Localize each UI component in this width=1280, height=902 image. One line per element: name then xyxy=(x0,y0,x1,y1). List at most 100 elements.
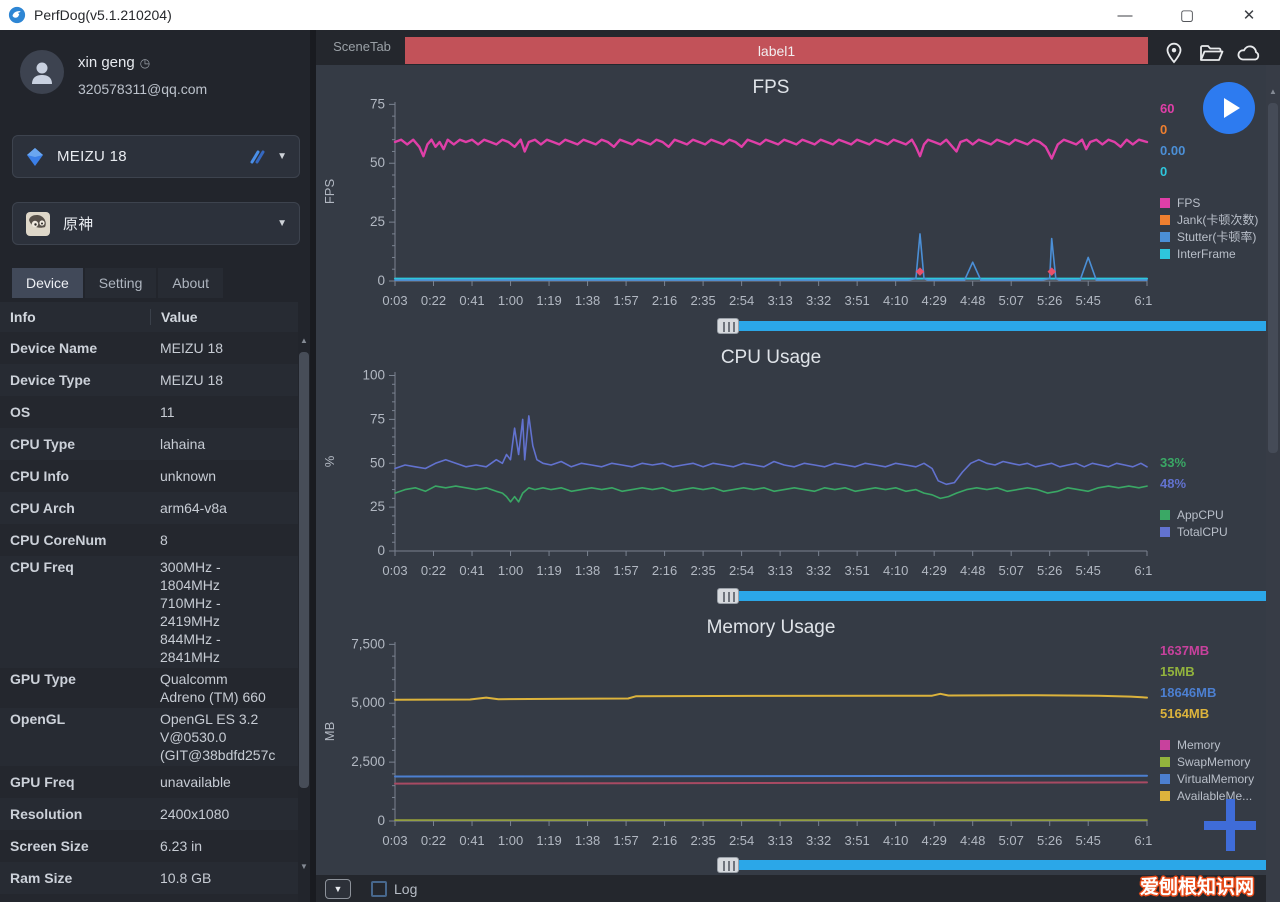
slider-handle-left[interactable] xyxy=(717,588,739,604)
vertical-scrollbar[interactable]: ▲ xyxy=(1266,65,1280,902)
table-row: CPU Freq 300MHz - 1804MHz 710MHz - 2419MH… xyxy=(0,556,298,668)
legend-label: Stutter(卡顿率) xyxy=(1177,230,1257,244)
minimize-button[interactable]: — xyxy=(1094,0,1156,30)
scene-label-bar[interactable]: label1 xyxy=(405,37,1148,64)
svg-text:1:19: 1:19 xyxy=(536,293,561,308)
row-value: unknown xyxy=(160,468,217,484)
svg-text:5:45: 5:45 xyxy=(1076,293,1101,308)
table-row: OpenGL OpenGL ES 3.2 V@0530.0 (GIT@38bdfd… xyxy=(0,708,298,766)
slider-track[interactable] xyxy=(719,321,1280,331)
fps-chart-block: FPS FPS 0 25 50 75 0:03 0:22 0:41 1:00 1:19 1:38 1:5… xyxy=(316,72,1280,318)
memory-time-range-slider[interactable] xyxy=(717,857,1280,873)
legend-item[interactable]: InterFrame xyxy=(1160,245,1278,262)
legend-swatch xyxy=(1160,739,1170,750)
cpu-time-range-slider[interactable] xyxy=(717,588,1280,604)
legend-swatch xyxy=(1160,214,1170,225)
svg-text:6:14: 6:14 xyxy=(1134,833,1152,848)
scroll-down-icon[interactable]: ▼ xyxy=(300,862,308,871)
svg-text:25: 25 xyxy=(370,499,385,514)
svg-text:5:26: 5:26 xyxy=(1037,293,1062,308)
sidebar-scrollbar[interactable] xyxy=(299,352,309,788)
row-label: OpenGL xyxy=(10,711,66,727)
play-button[interactable] xyxy=(1203,82,1255,134)
legend-swatch xyxy=(1160,526,1170,537)
legend-label: TotalCPU xyxy=(1177,524,1228,539)
legend-item[interactable]: Jank(卡顿次数) xyxy=(1160,211,1278,228)
app-icon xyxy=(26,211,50,236)
close-button[interactable]: ✕ xyxy=(1218,0,1280,30)
row-label: Ram Size xyxy=(10,870,73,886)
slider-handle-left[interactable] xyxy=(717,318,739,334)
scene-bar: SceneTab label1 xyxy=(316,30,1280,65)
svg-text:4:10: 4:10 xyxy=(883,293,908,308)
fps-time-range-slider[interactable] xyxy=(717,318,1280,334)
svg-text:4:10: 4:10 xyxy=(883,833,908,848)
app-select[interactable]: 原神 ▼ xyxy=(12,202,300,245)
svg-text:0: 0 xyxy=(377,273,385,288)
cloud-icon[interactable] xyxy=(1236,41,1262,65)
legend-item[interactable]: Memory xyxy=(1160,736,1278,753)
svg-text:MB: MB xyxy=(322,722,337,742)
svg-text:4:29: 4:29 xyxy=(922,833,947,848)
svg-text:5,000: 5,000 xyxy=(351,695,385,710)
svg-text:0:03: 0:03 xyxy=(382,563,407,578)
cpu-legend: AppCPU TotalCPU xyxy=(1160,506,1278,540)
svg-text:2:54: 2:54 xyxy=(729,293,754,308)
add-chart-icon[interactable] xyxy=(1204,799,1256,851)
legend-item[interactable]: TotalCPU xyxy=(1160,523,1278,540)
svg-text:2:35: 2:35 xyxy=(690,293,715,308)
cpu-current-values: 33% 48% xyxy=(1160,452,1278,494)
legend-label: Jank(卡顿次数) xyxy=(1177,213,1259,227)
app-select-label: 原神 xyxy=(63,216,94,233)
svg-text:75: 75 xyxy=(370,411,385,426)
legend-label: AppCPU xyxy=(1177,507,1224,522)
tab-setting[interactable]: Setting xyxy=(84,268,157,298)
svg-text:0:22: 0:22 xyxy=(421,563,446,578)
folder-icon[interactable] xyxy=(1198,41,1224,65)
svg-text:5:26: 5:26 xyxy=(1037,563,1062,578)
slider-track[interactable] xyxy=(719,591,1280,601)
row-label: GPU Type xyxy=(10,671,76,687)
row-label: Screen Size xyxy=(10,838,89,854)
memory-right-column: 1637MB 15MB 18646MB 5164MB Memory SwapMemory… xyxy=(1160,640,1278,804)
row-label: GPU Freq xyxy=(10,774,75,790)
user-status-icon: ◷ xyxy=(139,56,151,70)
legend-item[interactable]: FPS xyxy=(1160,194,1278,211)
user-email: 320578311@qq.com xyxy=(78,81,208,97)
legend-item[interactable]: AppCPU xyxy=(1160,506,1278,523)
chevron-down-icon: ▼ xyxy=(277,218,287,229)
device-brand-icon xyxy=(27,147,43,166)
maximize-button[interactable]: ▢ xyxy=(1156,0,1218,30)
log-checkbox[interactable] xyxy=(371,880,387,897)
legend-item[interactable]: Stutter(卡顿率) xyxy=(1160,228,1278,245)
svg-text:0: 0 xyxy=(377,813,385,828)
legend-label: Memory xyxy=(1177,737,1221,752)
slider-track[interactable] xyxy=(719,860,1280,870)
svg-text:2:16: 2:16 xyxy=(652,563,677,578)
user-name: xin geng ◷ xyxy=(78,54,151,71)
legend-item[interactable]: VirtualMemory xyxy=(1160,770,1278,787)
tab-device[interactable]: Device xyxy=(12,268,83,298)
table-header: Info Value xyxy=(0,302,298,332)
current-value: 18646MB xyxy=(1160,685,1217,700)
scroll-up-icon[interactable]: ▲ xyxy=(300,336,308,345)
scroll-up-icon[interactable]: ▲ xyxy=(1269,87,1277,96)
svg-text:2:16: 2:16 xyxy=(652,833,677,848)
svg-text:0: 0 xyxy=(377,543,385,558)
svg-text:1:00: 1:00 xyxy=(498,293,523,308)
table-row: CPU CoreNum 8 xyxy=(0,524,298,556)
play-icon xyxy=(1223,98,1240,118)
scene-tab-label[interactable]: SceneTab xyxy=(322,39,402,54)
row-value: 8 xyxy=(160,532,168,548)
tab-about[interactable]: About xyxy=(158,268,223,298)
row-value: 10.8 GB xyxy=(160,870,212,886)
device-select[interactable]: MEIZU 18 ▼ xyxy=(12,135,300,178)
collapse-dropdown-button[interactable]: ▼ xyxy=(325,878,351,899)
cpu-chart: CPU Usage% 0 25 50 75 100 0:03 0:22 0:41 1:00 1:19… xyxy=(322,347,1160,578)
location-icon[interactable] xyxy=(1162,41,1186,65)
svg-text:2:16: 2:16 xyxy=(652,293,677,308)
scrollbar-thumb[interactable] xyxy=(1268,103,1278,453)
legend-item[interactable]: SwapMemory xyxy=(1160,753,1278,770)
svg-text:7,500: 7,500 xyxy=(351,636,385,651)
slider-handle-left[interactable] xyxy=(717,857,739,873)
